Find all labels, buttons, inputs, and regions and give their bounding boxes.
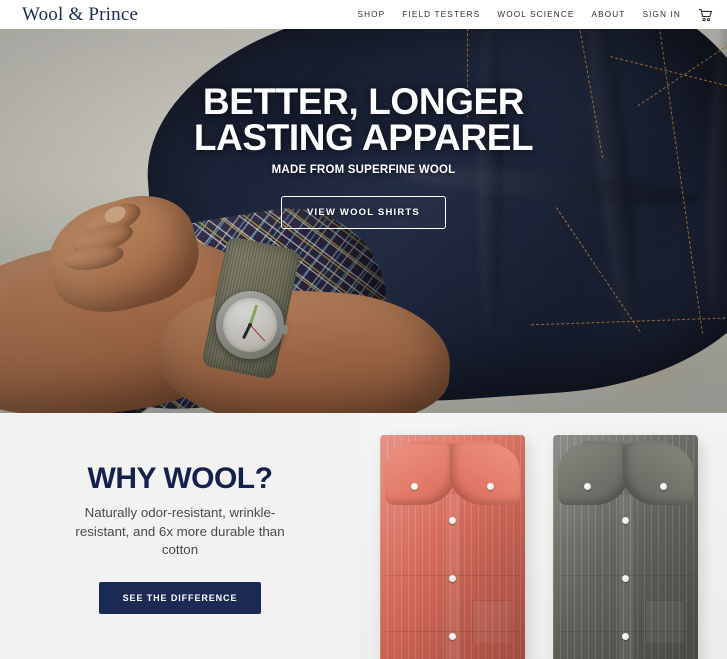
- placket-button: [449, 633, 456, 640]
- nav-item-shop[interactable]: SHOP: [357, 10, 385, 19]
- hero-section: BETTER, LONGER LASTING APPAREL MADE FROM…: [0, 29, 727, 413]
- shopping-cart-icon[interactable]: [698, 8, 713, 22]
- placket-button: [449, 575, 456, 582]
- folded-shirt-coral[interactable]: Wool & Prince: [380, 435, 525, 659]
- hero-content: BETTER, LONGER LASTING APPAREL MADE FROM…: [0, 81, 727, 229]
- hero-headline-line-1: BETTER, LONGER: [202, 81, 525, 122]
- nav-item-about[interactable]: ABOUT: [592, 10, 626, 19]
- why-wool-heading: WHY WOOL?: [87, 461, 273, 495]
- collar-button: [487, 483, 494, 490]
- placket-button: [449, 517, 456, 524]
- why-wool-text-column: WHY WOOL? Naturally odor-resistant, wrin…: [0, 413, 360, 659]
- fold-crease: [559, 575, 692, 576]
- placket-button: [622, 633, 629, 640]
- page-root: Wool & Prince SHOP FIELD TESTERS WOOL SC…: [0, 0, 727, 659]
- nav-item-sign-in[interactable]: SIGN IN: [642, 10, 681, 19]
- watch-second-hand: [249, 324, 266, 342]
- see-the-difference-button[interactable]: SEE THE DIFFERENCE: [98, 582, 262, 615]
- why-wool-description: Naturally odor-resistant, wrinkle-resist…: [75, 504, 285, 558]
- collar-button: [411, 483, 418, 490]
- fold-crease: [386, 631, 519, 632]
- hero-headline-line-2: LASTING APPAREL: [193, 117, 534, 159]
- fold-crease: [559, 631, 692, 632]
- nav-item-wool-science[interactable]: WOOL SCIENCE: [497, 10, 574, 19]
- fold-crease: [386, 575, 519, 576]
- chest-pocket: [472, 600, 511, 643]
- view-wool-shirts-button[interactable]: VIEW WOOL SHIRTS: [281, 195, 446, 229]
- hero-headline: BETTER, LONGER LASTING APPAREL: [0, 81, 727, 159]
- site-header: Wool & Prince SHOP FIELD TESTERS WOOL SC…: [0, 0, 727, 29]
- shirts-image: Wool & Prince Wool & Prince: [360, 413, 727, 659]
- placket-button: [622, 517, 629, 524]
- hero-subheadline: MADE FROM SUPERFINE WOOL: [271, 163, 456, 176]
- watch-dial: [218, 293, 282, 357]
- brand-logo[interactable]: Wool & Prince: [22, 5, 138, 24]
- why-wool-section: WHY WOOL? Naturally odor-resistant, wrin…: [0, 413, 727, 659]
- chest-pocket: [645, 600, 684, 643]
- collar-button: [584, 483, 591, 490]
- main-navigation: SHOP FIELD TESTERS WOOL SCIENCE ABOUT SI…: [357, 8, 713, 22]
- placket-button: [622, 575, 629, 582]
- folded-shirt-gray[interactable]: Wool & Prince: [553, 435, 698, 659]
- nav-item-field-testers[interactable]: FIELD TESTERS: [402, 10, 480, 19]
- collar-button: [660, 483, 667, 490]
